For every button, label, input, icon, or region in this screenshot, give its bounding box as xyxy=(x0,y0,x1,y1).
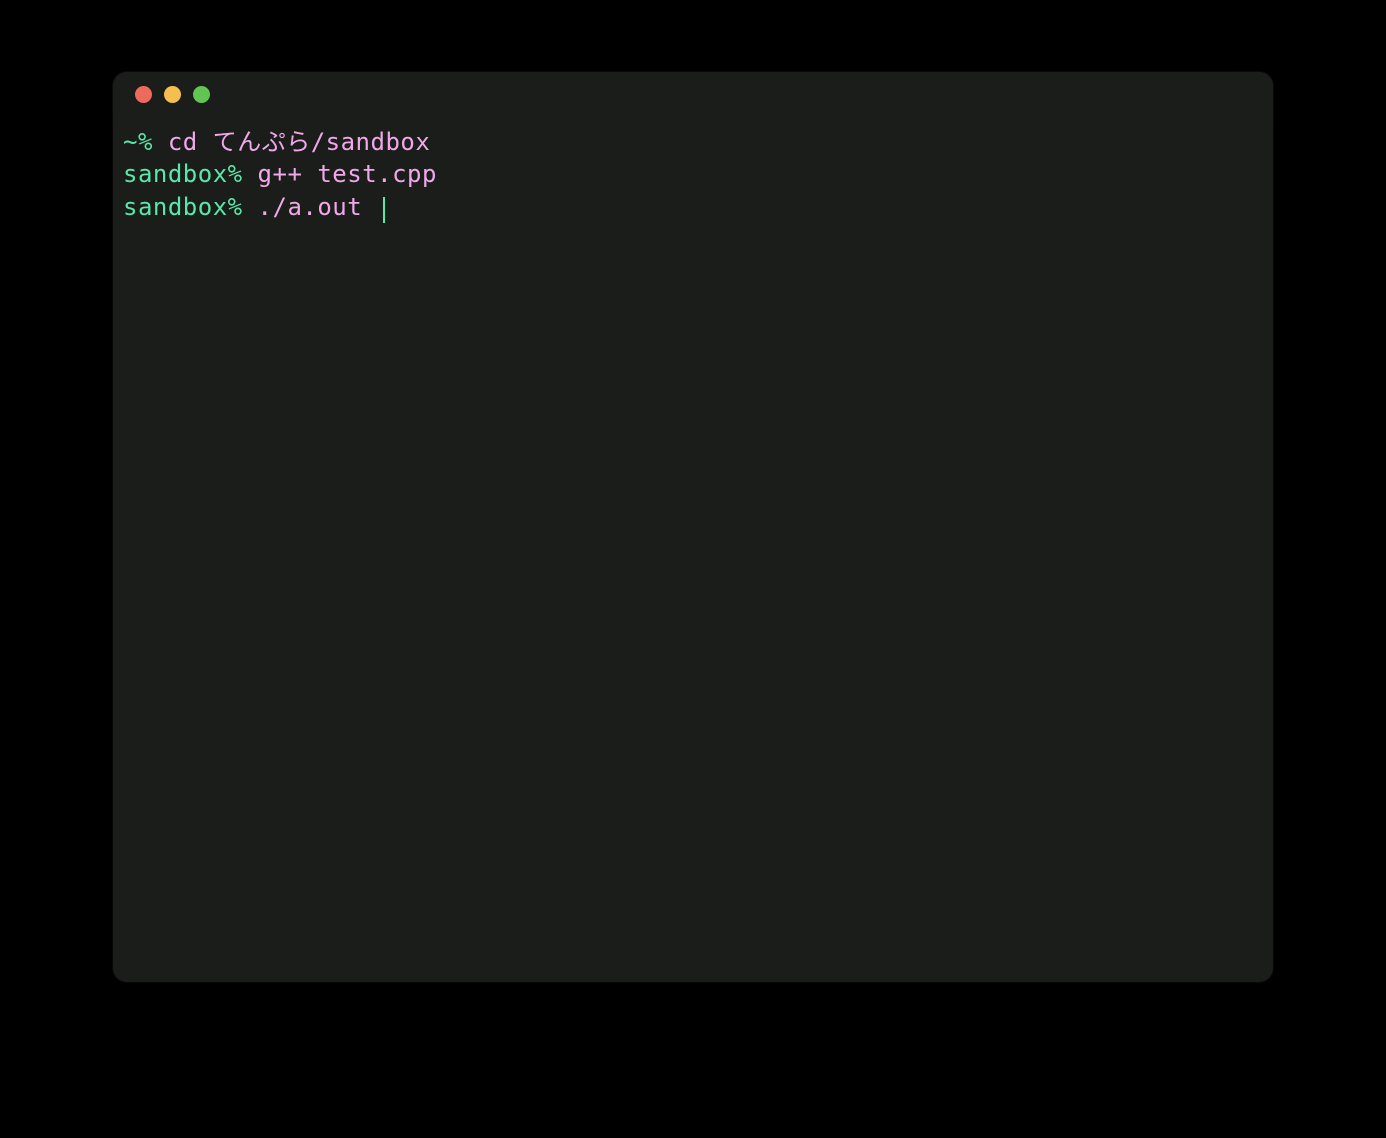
terminal-body[interactable]: ~% cd てんぷら/sandbox sandbox% g++ test.cpp… xyxy=(113,116,1273,982)
shell-command: ./a.out xyxy=(258,193,378,221)
minimize-icon[interactable] xyxy=(164,86,181,103)
shell-prompt: sandbox% xyxy=(123,193,258,221)
cursor-icon xyxy=(383,197,385,223)
terminal-line: ~% cd てんぷら/sandbox xyxy=(123,126,1263,158)
close-icon[interactable] xyxy=(135,86,152,103)
shell-command: cd てんぷら/sandbox xyxy=(168,128,430,156)
shell-prompt: sandbox% xyxy=(123,160,258,188)
terminal-line: sandbox% g++ test.cpp xyxy=(123,158,1263,190)
titlebar xyxy=(113,72,1273,116)
shell-prompt: ~% xyxy=(123,128,168,156)
terminal-line: sandbox% ./a.out xyxy=(123,191,1263,223)
maximize-icon[interactable] xyxy=(193,86,210,103)
terminal-window[interactable]: ~% cd てんぷら/sandbox sandbox% g++ test.cpp… xyxy=(113,72,1273,982)
shell-command: g++ test.cpp xyxy=(258,160,437,188)
